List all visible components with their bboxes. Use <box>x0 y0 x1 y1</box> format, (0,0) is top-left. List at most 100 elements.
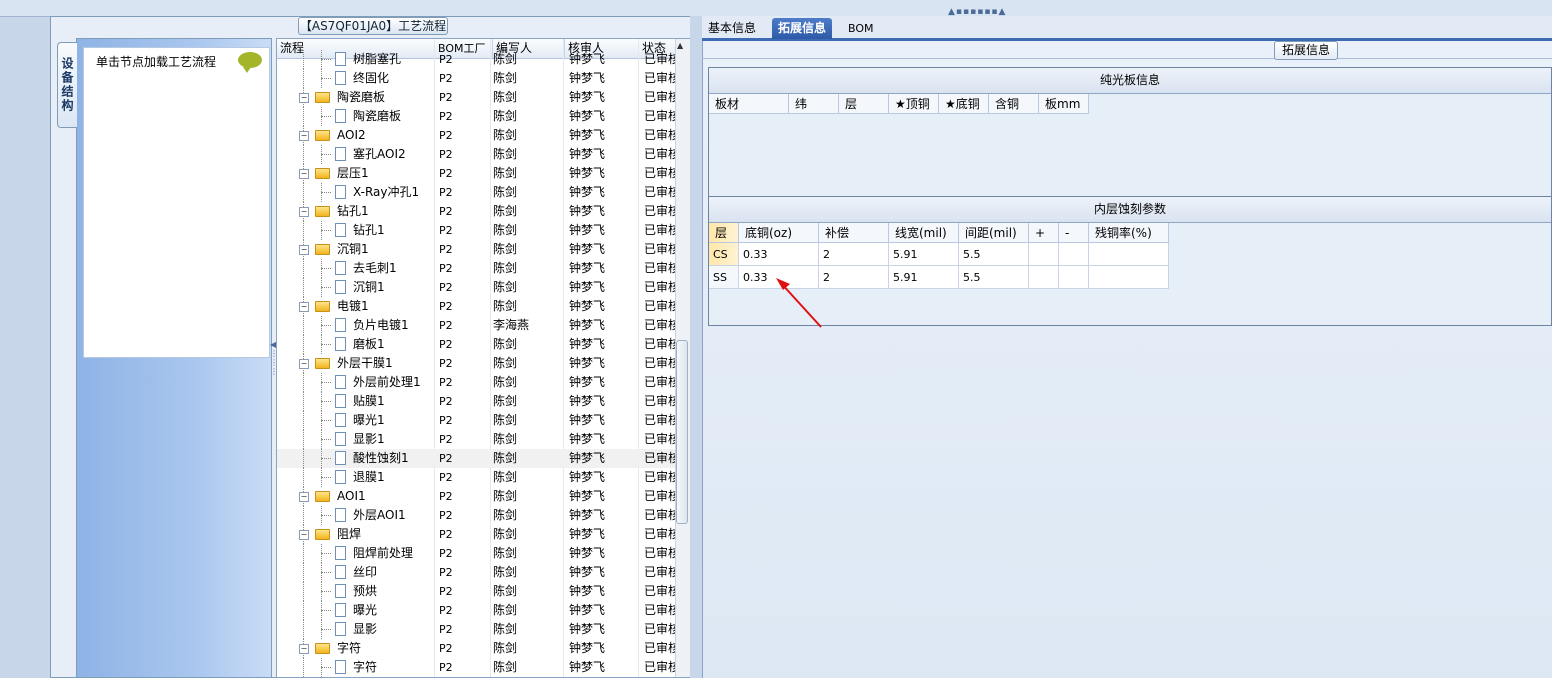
etch-header-cell: 层 <box>709 223 739 243</box>
collapse-toggle-icon[interactable]: − <box>299 207 309 217</box>
table-row[interactable]: 贴膜1 P2 陈剑 钟梦飞 已审核 <box>277 392 675 411</box>
table-row[interactable]: 负片电镀1 P2 李海燕 钟梦飞 已审核 <box>277 316 675 335</box>
inner-etch-panel: 内层蚀刻参数 层底铜(oz) 补偿 线宽(mil) 间距(mil) + - 残铜率(%) CS… <box>708 196 1552 326</box>
table-row[interactable]: − 沉铜1 P2 陈剑 钟梦飞 已审核 <box>277 240 675 259</box>
etch-value-cell[interactable] <box>1089 243 1169 266</box>
table-row[interactable]: 去毛刺1 P2 陈剑 钟梦飞 已审核 <box>277 259 675 278</box>
table-row[interactable]: 酸性蚀刻1 P2 陈剑 钟梦飞 已审核 <box>277 449 675 468</box>
table-row[interactable]: 沉铜1 P2 陈剑 钟梦飞 已审核 <box>277 278 675 297</box>
status-cell: 已审核 <box>644 489 675 503</box>
etch-value-cell[interactable]: 0.33 <box>739 243 819 266</box>
table-row[interactable]: 曝光 P2 陈剑 钟梦飞 已审核 <box>277 601 675 620</box>
folder-icon <box>315 358 330 369</box>
document-icon <box>335 318 346 332</box>
table-row[interactable]: 显影 P2 陈剑 钟梦飞 已审核 <box>277 620 675 639</box>
tree-line <box>303 544 305 563</box>
status-cell: 已审核 <box>644 185 675 199</box>
collapse-toggle-icon[interactable]: − <box>299 131 309 141</box>
scroll-thumb[interactable] <box>676 340 688 524</box>
document-icon <box>335 622 346 636</box>
etch-value-cell[interactable] <box>1029 266 1059 289</box>
tab-equipment-structure[interactable]: 设备结构 <box>57 42 77 128</box>
table-row[interactable]: 预烘 P2 陈剑 钟梦飞 已审核 <box>277 582 675 601</box>
etch-value-cell[interactable]: 5.91 <box>889 266 959 289</box>
process-name: AOI1 <box>337 489 366 503</box>
status-cell: 已审核 <box>644 204 675 218</box>
table-row[interactable]: 显影1 P2 陈剑 钟梦飞 已审核 <box>277 430 675 449</box>
table-row[interactable]: − 字符 P2 陈剑 钟梦飞 已审核 <box>277 639 675 658</box>
etch-value-cell[interactable] <box>1029 243 1059 266</box>
table-row[interactable]: 丝印 P2 陈剑 钟梦飞 已审核 <box>277 563 675 582</box>
status-cell: 已审核 <box>644 356 675 370</box>
reviewer-cell: 钟梦飞 <box>569 603 606 617</box>
table-row[interactable]: − 外层干膜1 P2 陈剑 钟梦飞 已审核 <box>277 354 675 373</box>
collapse-toggle-icon[interactable]: − <box>299 169 309 179</box>
tree-line <box>303 468 305 487</box>
tree-line <box>303 563 305 582</box>
table-row[interactable]: X-Ray冲孔1 P2 陈剑 钟梦飞 已审核 <box>277 183 675 202</box>
collapse-toggle-icon[interactable]: − <box>299 93 309 103</box>
etch-value-cell[interactable]: 5.91 <box>889 243 959 266</box>
table-row[interactable]: 树脂塞孔 P2 陈剑 钟梦飞 已审核 <box>277 50 675 69</box>
table-row[interactable]: 塞孔AOI2 P2 陈剑 钟梦飞 已审核 <box>277 145 675 164</box>
table-row[interactable]: − AOI1 P2 陈剑 钟梦飞 已审核 <box>277 487 675 506</box>
reviewer-cell: 钟梦飞 <box>569 660 606 674</box>
status-cell: 已审核 <box>644 584 675 598</box>
writer-cell: 陈剑 <box>493 280 518 294</box>
table-row[interactable]: 外层前处理1 P2 陈剑 钟梦飞 已审核 <box>277 373 675 392</box>
collapse-toggle-icon[interactable]: − <box>299 245 309 255</box>
table-row[interactable]: 外层AOI1 P2 陈剑 钟梦飞 已审核 <box>277 506 675 525</box>
table-row[interactable]: − 陶瓷磨板 P2 陈剑 钟梦飞 已审核 <box>277 88 675 107</box>
reviewer-cell: 钟梦飞 <box>569 356 606 370</box>
scroll-up-icon[interactable]: ▲ <box>677 41 683 50</box>
collapse-toggle-icon[interactable]: − <box>299 492 309 502</box>
etch-value-cell[interactable] <box>1089 266 1169 289</box>
tab-bom[interactable]: BOM <box>842 18 880 39</box>
bare-board-panel: 纯光板信息 板材 纬 层 ★顶铜 ★底铜 含铜 板mm <box>708 67 1552 197</box>
etch-header-cell: + <box>1029 223 1059 243</box>
document-icon <box>335 546 346 560</box>
reviewer-cell: 钟梦飞 <box>569 432 606 446</box>
etch-value-cell[interactable] <box>1059 266 1089 289</box>
tab-extended-info[interactable]: 拓展信息 <box>772 18 833 39</box>
main-splitter[interactable] <box>690 16 702 678</box>
table-row[interactable]: 钻孔1 P2 陈剑 钟梦飞 已审核 <box>277 221 675 240</box>
table-row[interactable]: 阻焊前处理 P2 陈剑 钟梦飞 已审核 <box>277 544 675 563</box>
header-layer: 层 <box>839 94 889 114</box>
table-row[interactable]: − 钻孔1 P2 陈剑 钟梦飞 已审核 <box>277 202 675 221</box>
status-cell: 已审核 <box>644 394 675 408</box>
collapse-grip-icon[interactable]: ▲▪▪▪▪▪▪▲ <box>948 8 1016 17</box>
table-row[interactable]: − 阻焊 P2 陈剑 钟梦飞 已审核 <box>277 525 675 544</box>
table-row[interactable]: − AOI2 P2 陈剑 钟梦飞 已审核 <box>277 126 675 145</box>
table-row[interactable]: 终固化 P2 陈剑 钟梦飞 已审核 <box>277 69 675 88</box>
etch-value-cell[interactable]: 2 <box>819 243 889 266</box>
collapse-toggle-icon[interactable]: − <box>299 530 309 540</box>
etch-value-cell[interactable]: 5.5 <box>959 243 1029 266</box>
folder-icon <box>315 92 330 103</box>
writer-cell: 陈剑 <box>493 242 518 256</box>
table-row[interactable]: − 层压1 P2 陈剑 钟梦飞 已审核 <box>277 164 675 183</box>
table-row[interactable]: 曝光1 P2 陈剑 钟梦飞 已审核 <box>277 411 675 430</box>
table-row[interactable]: 陶瓷磨板 P2 陈剑 钟梦飞 已审核 <box>277 107 675 126</box>
etch-layer-cell[interactable]: CS <box>709 243 739 266</box>
tab-basic-info[interactable]: 基本信息 <box>702 18 762 39</box>
etch-value-cell[interactable] <box>1059 243 1089 266</box>
collapse-toggle-icon[interactable]: − <box>299 359 309 369</box>
hint-panel <box>83 47 270 358</box>
document-icon <box>335 584 346 598</box>
tree-line <box>303 335 305 354</box>
status-cell: 已审核 <box>644 641 675 655</box>
collapse-toggle-icon[interactable]: − <box>299 644 309 654</box>
bom-factory-cell: P2 <box>439 661 453 674</box>
header-board-thickness: 板mm <box>1039 94 1089 114</box>
tree-line <box>303 69 305 88</box>
etch-value-cell[interactable]: 5.5 <box>959 266 1029 289</box>
table-row[interactable]: − 电镀1 P2 陈剑 钟梦飞 已审核 <box>277 297 675 316</box>
etch-layer-cell[interactable]: SS <box>709 266 739 289</box>
collapse-toggle-icon[interactable]: − <box>299 302 309 312</box>
table-row[interactable]: 退膜1 P2 陈剑 钟梦飞 已审核 <box>277 468 675 487</box>
bom-factory-cell: P2 <box>439 490 453 503</box>
process-name: 曝光1 <box>353 413 385 427</box>
table-row[interactable]: 字符 P2 陈剑 钟梦飞 已审核 <box>277 658 675 677</box>
table-row[interactable]: 磨板1 P2 陈剑 钟梦飞 已审核 <box>277 335 675 354</box>
